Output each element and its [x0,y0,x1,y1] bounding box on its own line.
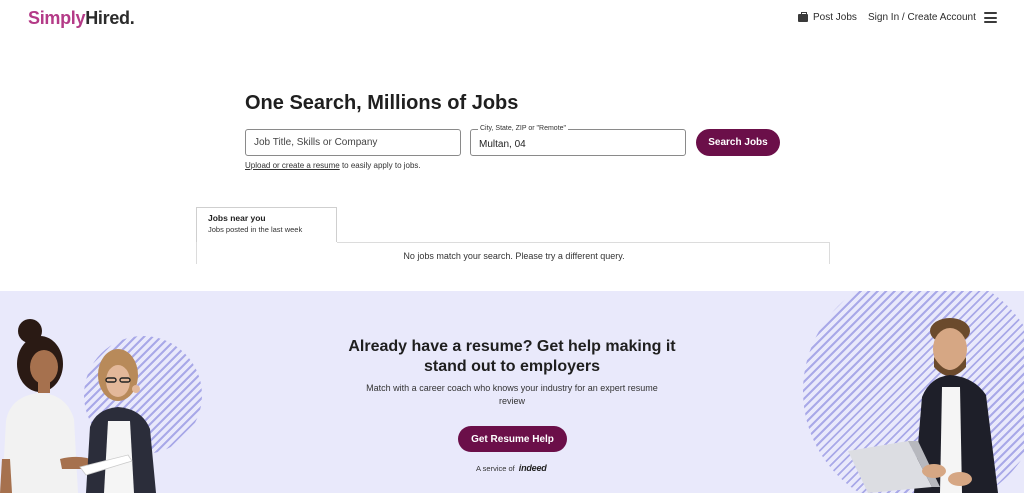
location-label: City, State, ZIP or "Remote" [478,125,569,132]
promo-subtitle: Match with a career coach who knows your… [366,383,658,406]
women-illustration [0,319,156,493]
page-title: One Search, Millions of Jobs [245,92,519,114]
empty-results-message: No jobs match your search. Please try a … [403,251,625,261]
job-title-input[interactable] [246,130,460,155]
tab-jobs-near-you[interactable]: Jobs near you Jobs posted in the last we… [196,207,337,243]
results-panel: No jobs match your search. Please try a … [196,242,830,264]
search-jobs-button[interactable]: Search Jobs [696,129,780,156]
service-of-indeed: A service of indeed [476,463,547,473]
page: SimplyHired. Post Jobs Sign In / Create … [0,0,1024,501]
get-resume-help-button[interactable]: Get Resume Help [458,426,567,452]
tab-title: Jobs near you [208,213,266,223]
man-laptop-illustration [848,318,998,493]
menu-icon[interactable] [984,12,997,23]
location-input[interactable] [471,130,685,155]
logo-simply: Simply [28,8,86,28]
upload-resume-line: Upload or create a resume to easily appl… [245,161,421,170]
promo-title: Already have a resume? Get help making i… [348,338,676,375]
sign-in-link[interactable]: Sign In / Create Account [868,12,976,23]
tab-subtitle: Jobs posted in the last week [208,225,303,234]
job-title-field[interactable] [245,129,461,156]
site-header: SimplyHired. Post Jobs Sign In / Create … [0,0,1024,36]
upload-resume-text: to easily apply to jobs. [339,161,421,170]
upload-resume-link[interactable]: Upload or create a resume [245,161,340,170]
indeed-logo: indeed [518,463,547,473]
briefcase-icon [798,11,808,22]
service-prefix: A service of [476,463,515,473]
simplyhired-logo[interactable]: SimplyHired. [28,8,135,29]
post-jobs-link[interactable]: Post Jobs [798,11,857,23]
logo-hired: Hired. [85,8,135,28]
location-field[interactable]: City, State, ZIP or "Remote" [470,125,686,156]
resume-help-banner: Already have a resume? Get help making i… [0,291,1024,493]
post-jobs-label: Post Jobs [813,12,857,23]
